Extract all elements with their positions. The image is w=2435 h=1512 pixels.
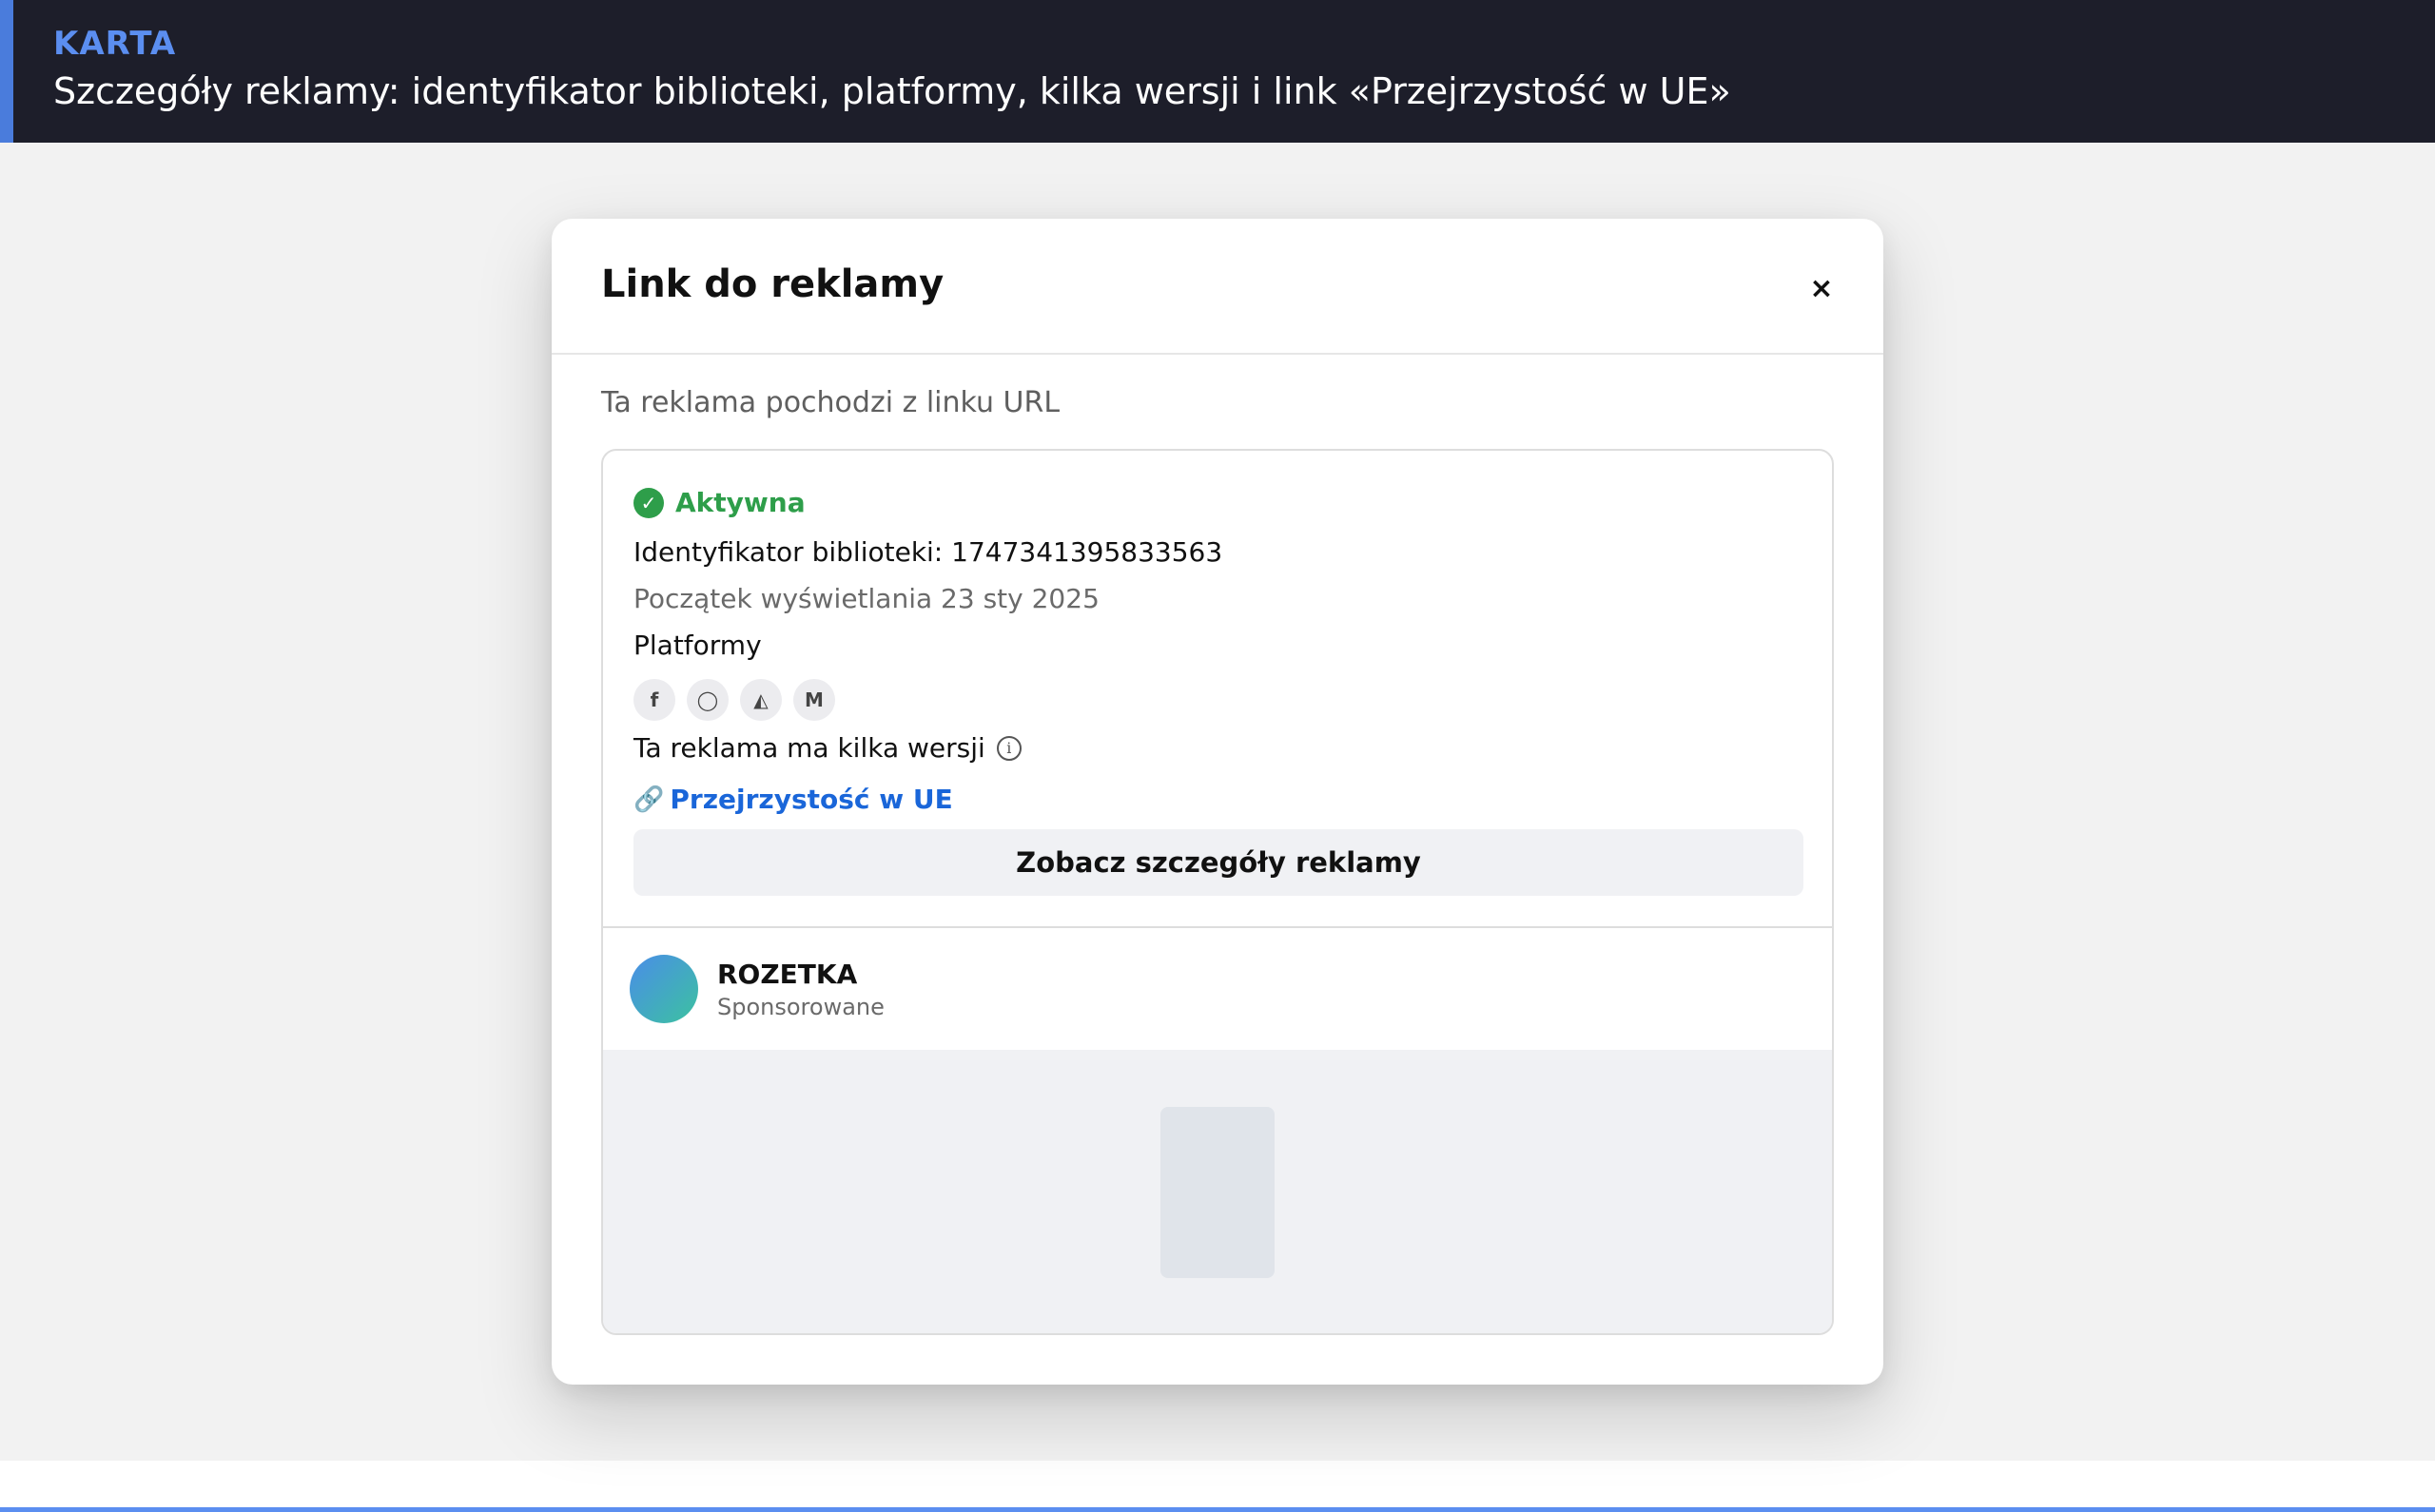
top-banner: KARTA Szczegóły reklamy: identyfikator b… (0, 0, 2435, 143)
close-button[interactable]: × (1800, 266, 1843, 310)
messenger-icon: M (793, 679, 835, 721)
card-divider (603, 926, 1832, 928)
versions-text: Ta reklama ma kilka wersji (633, 732, 985, 764)
media-placeholder (1160, 1107, 1275, 1278)
advertiser-info: ROZETKA Sponsorowane (717, 959, 885, 1020)
audience-network-icon: ◭ (740, 679, 782, 721)
instagram-icon: ◯ (687, 679, 729, 721)
bottom-accent-line (0, 1507, 2435, 1512)
see-ad-details-button[interactable]: Zobacz szczegóły reklamy (633, 829, 1803, 896)
eu-transparency-row: 🔗 Przejrzystość w UE (633, 784, 953, 815)
avatar[interactable] (630, 955, 698, 1023)
link-icon: 🔗 (633, 785, 665, 814)
platforms-list: f ◯ ◭ M (633, 679, 847, 721)
ad-card: ✓ Aktywna Identyfikator biblioteki: 1747… (601, 449, 1834, 1335)
status-badge: Aktywna (675, 487, 806, 518)
dialog-intro-text: Ta reklama pochodzi z linku URL (601, 386, 1061, 419)
platforms-label: Platformy (633, 630, 762, 661)
advertiser-name[interactable]: ROZETKA (717, 959, 885, 990)
advertiser-header: ROZETKA Sponsorowane (630, 955, 885, 1023)
banner-kicker: KARTA (53, 25, 177, 63)
info-icon[interactable]: i (996, 735, 1022, 761)
eu-transparency-link[interactable]: Przejrzystość w UE (670, 784, 952, 815)
ad-link-dialog: Link do reklamy × Ta reklama pochodzi z … (552, 219, 1883, 1385)
check-circle-icon: ✓ (633, 487, 664, 518)
banner-heading: Szczegóły reklamy: identyfikator bibliot… (53, 70, 1731, 112)
start-date: Początek wyświetlania 23 sty 2025 (633, 583, 1100, 614)
dialog-header: Link do reklamy (552, 219, 1883, 355)
facebook-icon: f (633, 679, 675, 721)
sponsored-label: Sponsorowane (717, 993, 885, 1020)
ad-media-area (603, 1050, 1832, 1333)
close-icon: × (1809, 271, 1834, 305)
status-row: ✓ Aktywna (633, 487, 806, 518)
versions-row: Ta reklama ma kilka wersji i (633, 732, 1022, 764)
dialog-title: Link do reklamy (601, 262, 945, 306)
library-id: Identyfikator biblioteki: 17473413958335… (633, 536, 1223, 568)
